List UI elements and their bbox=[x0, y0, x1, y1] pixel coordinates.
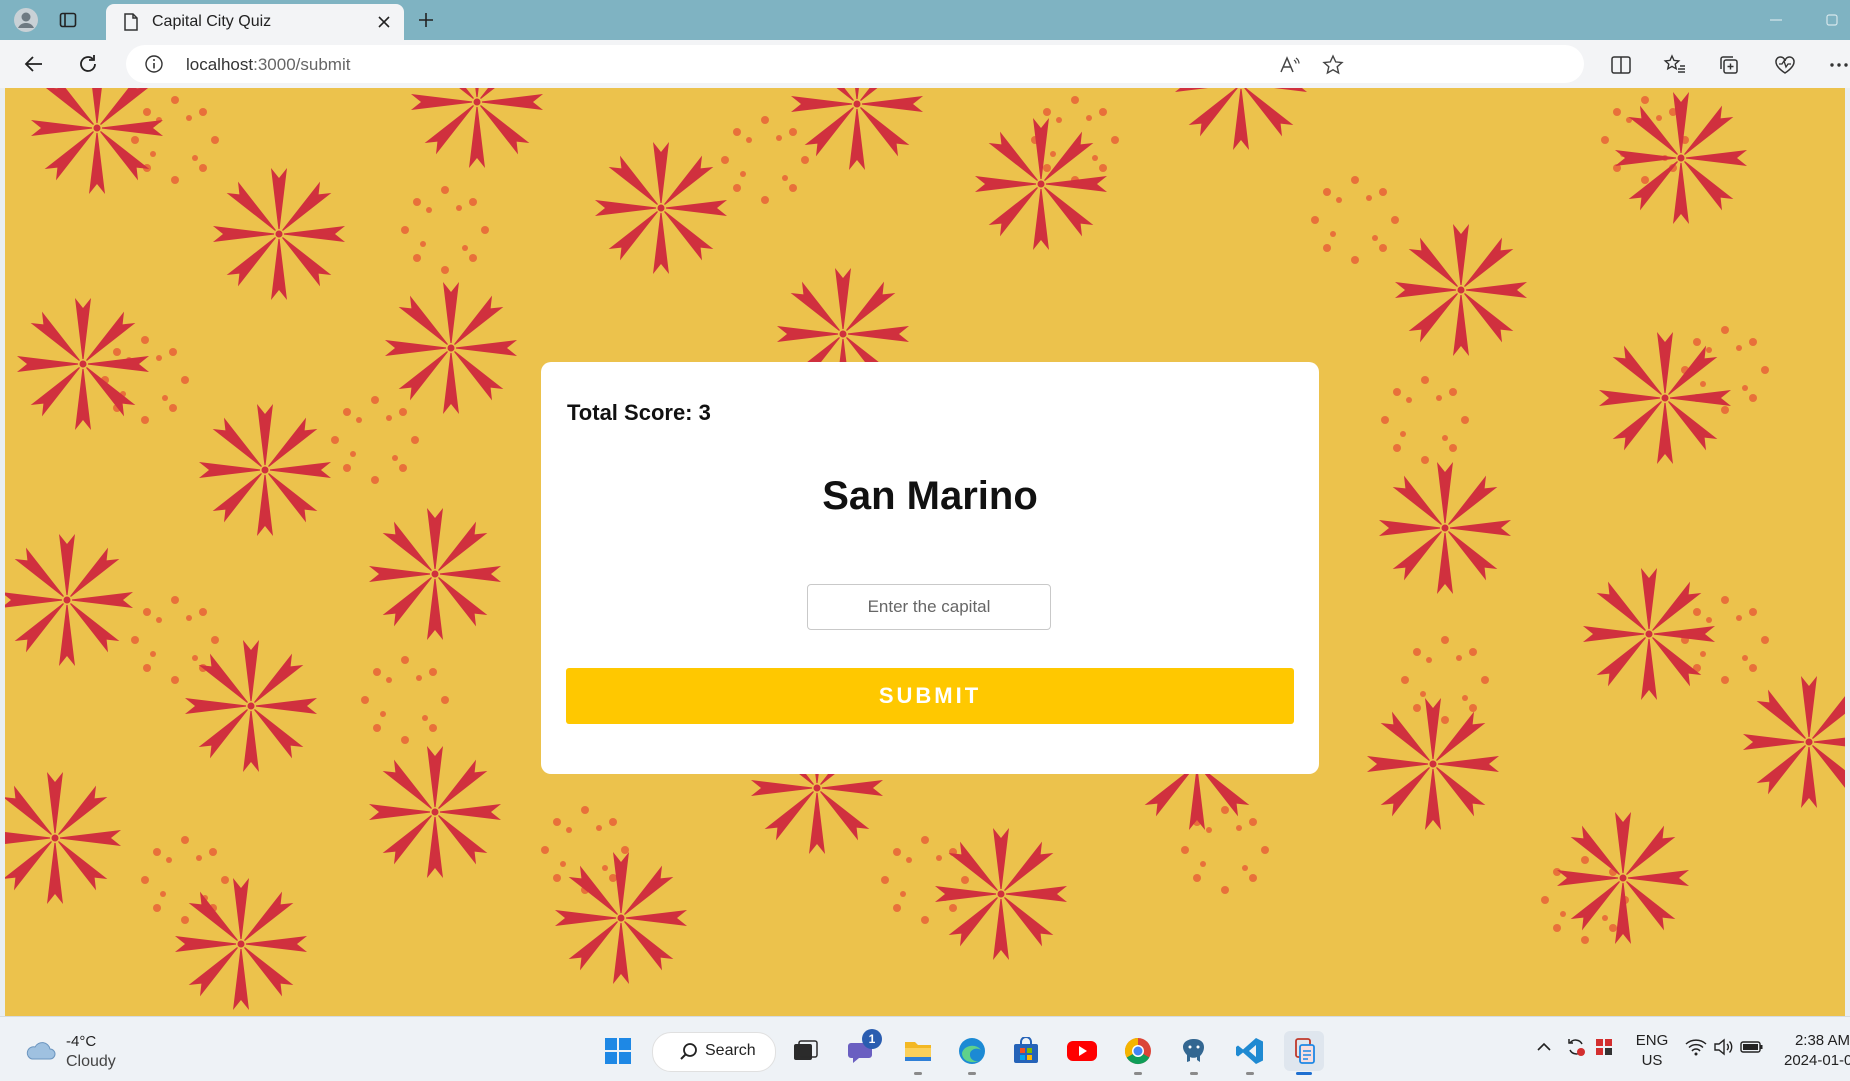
sync-icon[interactable] bbox=[1564, 1035, 1588, 1059]
vscode-icon[interactable] bbox=[1230, 1031, 1270, 1071]
battery-icon[interactable] bbox=[1740, 1035, 1764, 1059]
submit-button[interactable]: SUBMIT bbox=[566, 668, 1294, 724]
running-indicator bbox=[1190, 1072, 1198, 1075]
microsoft-store-icon[interactable] bbox=[1006, 1031, 1046, 1071]
youtube-icon[interactable] bbox=[1062, 1031, 1102, 1071]
collections-icon[interactable] bbox=[1716, 52, 1742, 78]
taskbar-search[interactable]: Search bbox=[652, 1032, 776, 1072]
language-indicator[interactable]: ENG US bbox=[1632, 1031, 1672, 1071]
task-view-icon[interactable] bbox=[786, 1031, 826, 1071]
security-icon[interactable] bbox=[1592, 1035, 1616, 1059]
running-indicator bbox=[968, 1072, 976, 1075]
lang-secondary: US bbox=[1641, 1052, 1663, 1069]
profile-icon[interactable] bbox=[12, 6, 40, 34]
file-explorer-icon[interactable] bbox=[898, 1031, 938, 1071]
url-host: localhost bbox=[186, 55, 254, 74]
tab-bar: Capital City Quiz bbox=[0, 0, 1850, 40]
tab-title: Capital City Quiz bbox=[152, 13, 272, 30]
windows-taskbar: -4°C Cloudy Search 1 ENG US 2:38 AM 2024… bbox=[0, 1016, 1850, 1081]
active-indicator bbox=[1296, 1072, 1312, 1075]
browser-essentials-icon[interactable] bbox=[1772, 52, 1798, 78]
more-options-icon[interactable] bbox=[1826, 52, 1850, 78]
address-bar[interactable]: localhost:3000/submit bbox=[126, 45, 1584, 83]
favorites-icon[interactable] bbox=[1662, 52, 1688, 78]
close-tab-icon[interactable] bbox=[370, 8, 398, 36]
refresh-icon[interactable] bbox=[72, 49, 104, 79]
country-name: San Marino bbox=[822, 474, 1038, 518]
lang-primary: ENG bbox=[1635, 1032, 1669, 1049]
cloud-icon bbox=[26, 1042, 56, 1060]
url-text[interactable]: localhost:3000/submit bbox=[186, 55, 350, 75]
favorite-star-icon[interactable] bbox=[1322, 54, 1344, 76]
edge-icon[interactable] bbox=[952, 1031, 992, 1071]
wifi-icon[interactable] bbox=[1684, 1035, 1708, 1059]
volume-icon[interactable] bbox=[1712, 1035, 1736, 1059]
quiz-card: Total Score: 3 San Marino SUBMIT bbox=[541, 362, 1319, 774]
maximize-icon[interactable] bbox=[1818, 6, 1846, 34]
active-app-icon[interactable] bbox=[1284, 1031, 1324, 1071]
capital-answer-input[interactable] bbox=[807, 584, 1051, 630]
page-icon bbox=[122, 13, 140, 31]
running-indicator bbox=[1134, 1072, 1142, 1075]
running-indicator bbox=[914, 1072, 922, 1075]
page-viewport: Total Score: 3 San Marino SUBMIT bbox=[5, 88, 1845, 1016]
read-aloud-icon[interactable] bbox=[1278, 54, 1300, 76]
minimize-icon[interactable] bbox=[1762, 6, 1790, 34]
site-info-icon[interactable] bbox=[144, 54, 164, 74]
running-indicator bbox=[1246, 1072, 1254, 1075]
tab-actions-icon[interactable] bbox=[54, 6, 82, 34]
url-path: :3000/submit bbox=[253, 55, 351, 74]
chat-badge: 1 bbox=[862, 1029, 882, 1049]
start-icon[interactable] bbox=[598, 1031, 638, 1071]
search-label: Search bbox=[705, 1042, 756, 1059]
clock[interactable]: 2:38 AM 2024-01-0 bbox=[1784, 1031, 1850, 1071]
weather-widget[interactable]: -4°C Cloudy bbox=[22, 1033, 162, 1073]
chevron-up-icon[interactable] bbox=[1532, 1035, 1556, 1059]
tab-capital-city-quiz[interactable]: Capital City Quiz bbox=[106, 4, 404, 40]
postgresql-icon[interactable] bbox=[1174, 1031, 1214, 1071]
total-score: Total Score: 3 bbox=[567, 400, 711, 425]
search-icon bbox=[680, 1043, 697, 1060]
weather-condition: Cloudy bbox=[66, 1053, 116, 1070]
split-screen-icon[interactable] bbox=[1608, 52, 1634, 78]
weather-temp: -4°C bbox=[66, 1033, 97, 1050]
back-icon[interactable] bbox=[18, 49, 50, 79]
browser-toolbar: localhost:3000/submit bbox=[0, 40, 1850, 88]
new-tab-icon[interactable] bbox=[412, 6, 440, 34]
clock-date: 2024-01-0 bbox=[1784, 1052, 1850, 1069]
clock-time: 2:38 AM bbox=[1794, 1032, 1850, 1049]
chrome-icon[interactable] bbox=[1118, 1031, 1158, 1071]
